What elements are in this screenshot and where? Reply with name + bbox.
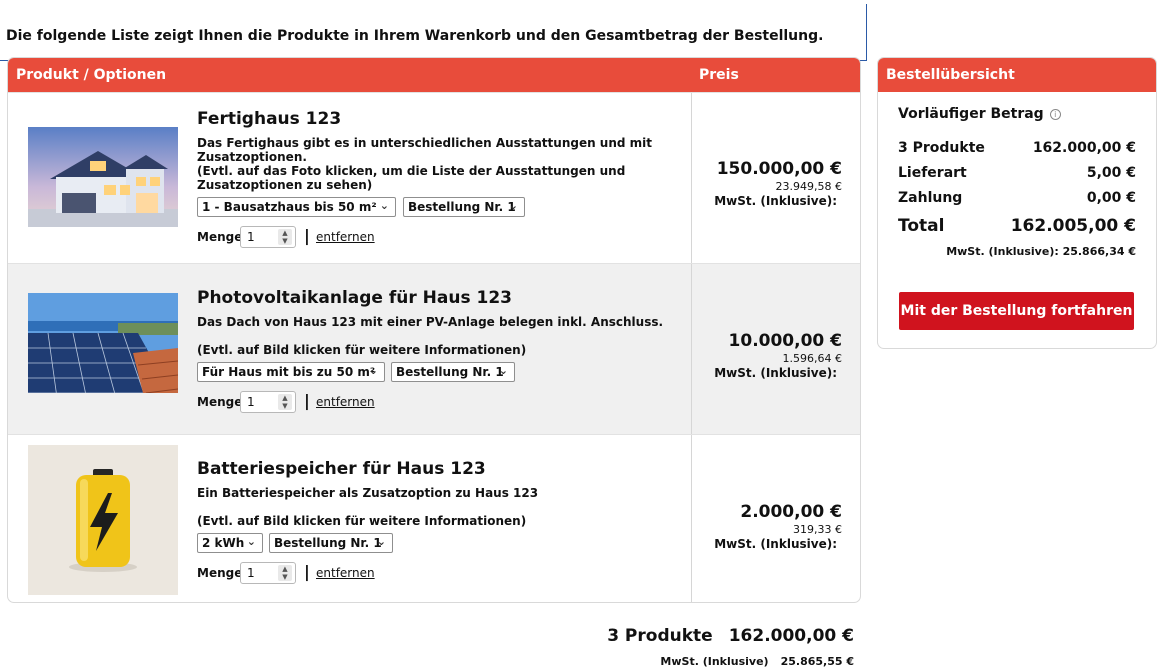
order-number-select[interactable]: Bestellung Nr. 1 ⌄ [391,362,515,382]
column-divider [691,264,692,434]
info-icon[interactable]: i [1049,109,1061,120]
chevron-down-icon: ⌄ [498,364,508,377]
continue-order-button[interactable]: Mit der Bestellung fortfahren [899,292,1134,330]
product-info: Batteriespeicher für Haus 123 Ein Batter… [197,459,677,584]
total-value: 162.005,00 € [1010,216,1136,236]
order-number-select[interactable]: Bestellung Nr. 1 ⌄ [269,533,393,553]
order-number-value: Bestellung Nr. 1 [408,200,516,214]
order-number-select[interactable]: Bestellung Nr. 1 ⌄ [403,197,525,217]
remove-link[interactable]: entfernen [316,566,375,580]
product-title: Batteriespeicher für Haus 123 [197,459,486,479]
provisional-amount: Vorläufiger Betrag i [898,106,1061,122]
product-note: (Evtl. auf Bild klicken für weitere Info… [197,343,527,357]
price-value: 2.000,00 € [740,502,842,522]
order-summary: Bestellübersicht Vorläufiger Betrag i 3 P… [877,57,1157,349]
delivery-value: 5,00 € [1086,165,1136,181]
separator: | [304,562,310,581]
price-cell: 2.000,00 € 319,33 € MwSt. (Inklusive): [698,502,842,551]
spinner-icon[interactable]: ▲ ▼ [278,229,292,245]
spinner-icon[interactable]: ▲ ▼ [278,394,292,410]
separator: | [304,226,310,245]
intro-box: Die folgende Liste zeigt Ihnen die Produ… [0,4,867,61]
house-photo[interactable] [28,127,178,227]
product-title: Fertighaus 123 [197,109,342,129]
intro-text: Die folgende Liste zeigt Ihnen die Produ… [6,28,824,44]
summary-tax: MwSt. (Inklusive): 25.866,34 € [946,245,1136,258]
product-info: Fertighaus 123 Das Fertighaus gibt es in… [197,109,677,248]
option-selects: Für Haus mit bis zu 50 m² ⌄ Bestellung N… [197,362,677,382]
price-cell: 150.000,00 € 23.949,58 € MwSt. (Inklusiv… [698,159,842,208]
header-product: Produkt / Optionen [16,67,167,83]
cart-footer-tax: MwSt. (Inklusive) 25.865,55 € [660,655,854,668]
quantity-stepper[interactable]: 1 ▲ ▼ [240,226,296,248]
total-label: Total [898,216,945,236]
variant-select-value: 2 kWh [202,536,245,550]
chevron-down-icon: ⌄ [508,199,518,212]
option-selects: 1 - Bausatzhaus bis 50 m² ⌄ Bestellung N… [197,197,677,217]
header-price: Preis [699,67,739,83]
footer-total-value: 162.000,00 € [728,626,854,646]
solar-panel-photo[interactable] [28,293,178,393]
spinner-icon[interactable]: ▲ ▼ [278,565,292,581]
provisional-label: Vorläufiger Betrag [898,106,1044,122]
quantity-row: Menge: 1 ▲ ▼ | entfernen [197,560,677,584]
quantity-stepper[interactable]: 1 ▲ ▼ [240,562,296,584]
chevron-down-icon: ⌄ [379,199,389,212]
cart-row-battery: Batteriespeicher für Haus 123 Ein Batter… [8,434,860,602]
chevron-down-icon: ⌄ [376,535,386,548]
delivery-label: Lieferart [898,165,967,181]
variant-select[interactable]: 1 - Bausatzhaus bis 50 m² ⌄ [197,197,396,217]
remove-link[interactable]: entfernen [316,230,375,244]
quantity-value: 1 [247,230,255,244]
battery-photo[interactable] [28,445,178,595]
cart-row-house: Fertighaus 123 Das Fertighaus gibt es in… [8,92,860,263]
column-divider [691,435,692,602]
option-selects: 2 kWh ⌄ Bestellung Nr. 1 ⌄ [197,533,677,553]
quantity-value: 1 [247,566,255,580]
order-number-value: Bestellung Nr. 1 [274,536,382,550]
variant-select[interactable]: Für Haus mit bis zu 50 m² ⌄ [197,362,385,382]
tax-label: MwSt. (Inklusive): [714,366,837,380]
variant-select[interactable]: 2 kWh ⌄ [197,533,263,553]
product-description: Das Fertighaus gibt es in unterschiedlic… [197,136,653,164]
summary-title: Bestellübersicht [878,58,1156,92]
chevron-down-icon: ⌄ [368,364,378,377]
chevron-down-icon: ⌄ [246,535,256,548]
product-info: Photovoltaikanlage für Haus 123 Das Dach… [197,288,677,413]
cart-header: Produkt / Optionen Preis [8,58,860,92]
quantity-row: Menge: 1 ▲ ▼ | entfernen [197,389,677,413]
separator: | [304,391,310,410]
product-note: (Evtl. auf Bild klicken für weitere Info… [197,514,527,528]
payment-label: Zahlung [898,190,963,206]
footer-count: 3 Produkte [607,626,713,646]
tax-value: 23.949,58 € [775,180,842,193]
remove-link[interactable]: entfernen [316,395,375,409]
tax-label: MwSt. (Inklusive): [714,194,837,208]
products-label: 3 Produkte [898,140,985,156]
price-cell: 10.000,00 € 1.596,64 € MwSt. (Inklusive)… [698,331,842,380]
variant-select-value: 1 - Bausatzhaus bis 50 m² [202,200,377,214]
product-description: Das Dach von Haus 123 mit einer PV-Anlag… [197,315,664,329]
tax-value: 319,33 € [793,523,842,536]
product-description: Ein Batteriespeicher als Zusatzoption zu… [197,486,539,500]
tax-label: MwSt. (Inklusive): [714,537,837,551]
payment-value: 0,00 € [1086,190,1136,206]
quantity-value: 1 [247,395,255,409]
price-value: 150.000,00 € [716,159,842,179]
variant-select-value: Für Haus mit bis zu 50 m² [202,365,376,379]
product-note: (Evtl. auf das Foto klicken, um die List… [197,164,626,192]
cart-table: Produkt / Optionen Preis Fertighaus 123 … [7,57,861,603]
quantity-stepper[interactable]: 1 ▲ ▼ [240,391,296,413]
price-value: 10.000,00 € [728,331,842,351]
cart-row-pv: Photovoltaikanlage für Haus 123 Das Dach… [8,263,860,434]
order-number-value: Bestellung Nr. 1 [396,365,504,379]
products-value: 162.000,00 € [1032,140,1136,156]
footer-tax-value: 25.865,55 € [780,655,854,668]
tax-value: 1.596,64 € [782,352,842,365]
column-divider [691,93,692,263]
product-title: Photovoltaikanlage für Haus 123 [197,288,512,308]
footer-tax-label: MwSt. (Inklusive) [660,655,769,668]
quantity-row: Menge: 1 ▲ ▼ | entfernen [197,224,677,248]
cart-footer-total: 3 Produkte 162.000,00 € [607,626,854,646]
